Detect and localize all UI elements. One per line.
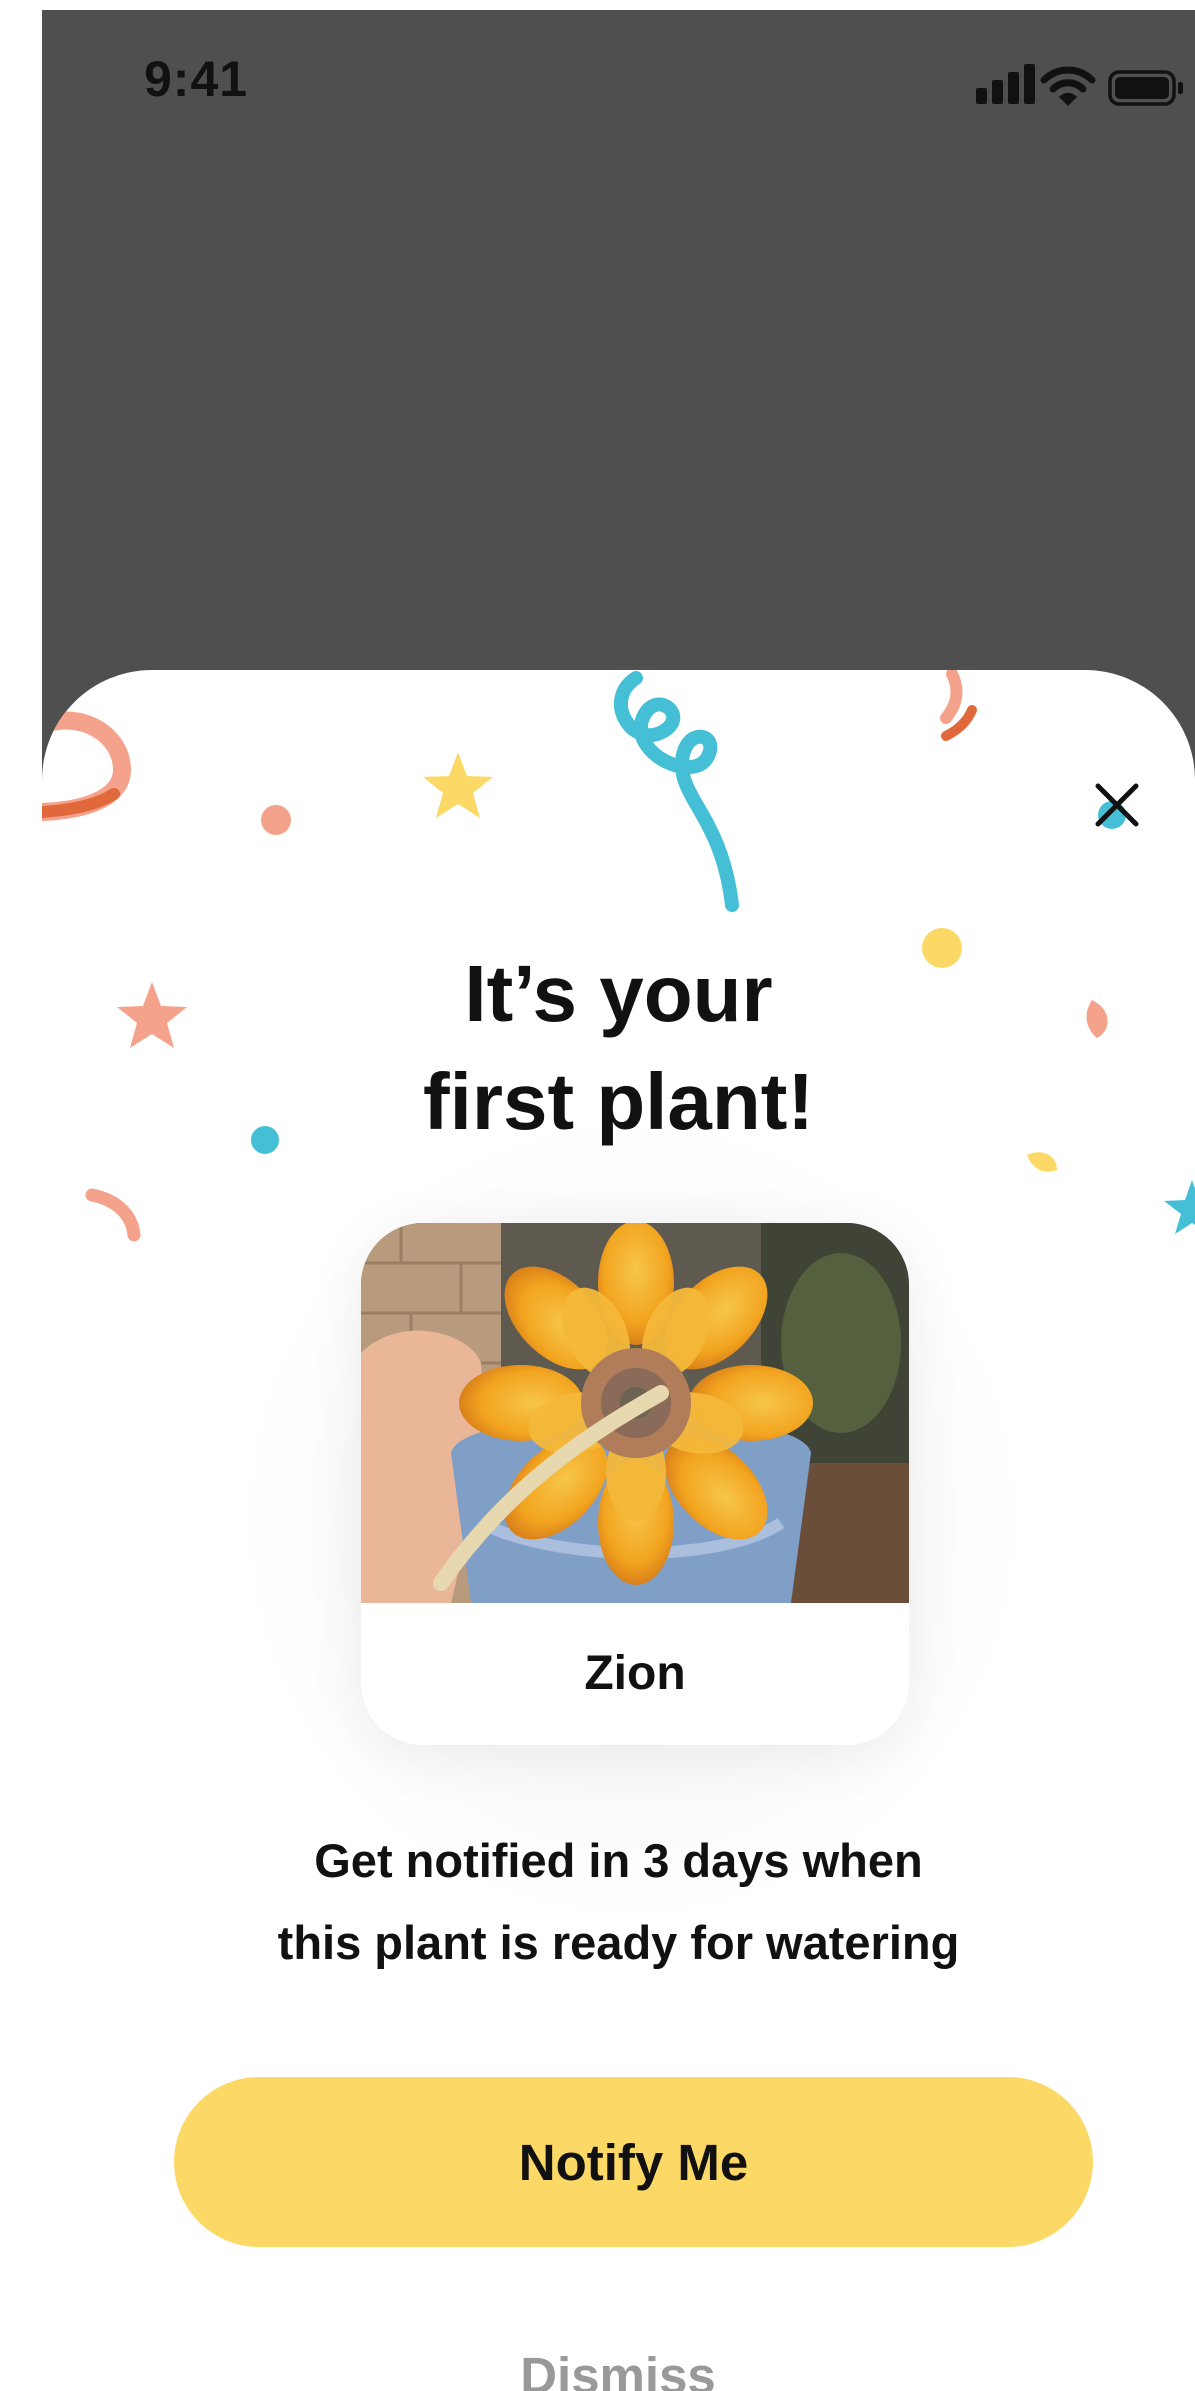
wifi-icon bbox=[1040, 66, 1096, 106]
battery-icon bbox=[1108, 70, 1183, 106]
notification-message: Get notified in 3 days when this plant i… bbox=[42, 1820, 1195, 1984]
dismiss-button[interactable]: Dismiss bbox=[468, 2340, 768, 2391]
title-line: It’s your bbox=[464, 949, 773, 1038]
sheet-title: It’s your first plant! bbox=[42, 940, 1195, 1156]
message-line: this plant is ready for watering bbox=[277, 1916, 960, 1969]
celebration-sheet: It’s your first plant! Zion Get notified… bbox=[42, 670, 1195, 2391]
status-time: 9:41 bbox=[144, 51, 249, 107]
phone-screen: 9:41 It’s your first plant! Zion Get not… bbox=[42, 10, 1195, 2391]
close-icon bbox=[1095, 783, 1139, 827]
message-line: Get notified in 3 days when bbox=[314, 1834, 923, 1887]
screen: 9:41 It’s your first plant! Zion Get not… bbox=[0, 0, 1195, 2391]
plant-name: Zion bbox=[584, 1647, 686, 1700]
notify-me-button[interactable]: Notify Me bbox=[174, 2077, 1093, 2247]
title-line: first plant! bbox=[422, 1057, 815, 1146]
close-button[interactable] bbox=[1082, 770, 1152, 840]
plant-card: Zion bbox=[361, 1223, 909, 1745]
status-bar: 9:41 bbox=[42, 10, 1195, 150]
plant-photo bbox=[361, 1223, 909, 1603]
